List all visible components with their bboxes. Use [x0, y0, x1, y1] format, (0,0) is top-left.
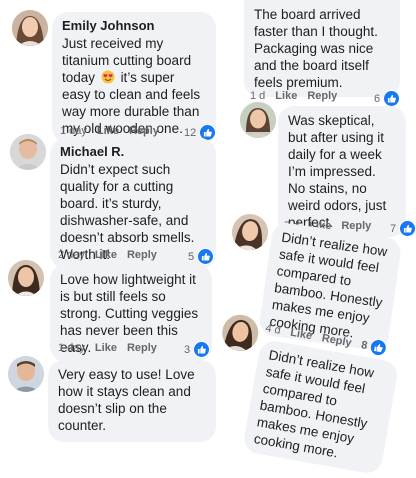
- comment-michael: Michael R. Didn’t expect such quality fo…: [0, 130, 216, 269]
- comment-bubble: Very easy to use! Love how it stays clea…: [48, 360, 216, 442]
- comment-author[interactable]: Emily Johnson: [62, 18, 206, 34]
- avatar[interactable]: [240, 102, 276, 138]
- comment-meta: 1 day Like Reply: [58, 342, 157, 354]
- avatar[interactable]: [8, 260, 44, 296]
- comment-text: Didn’t realize how safe it would feel co…: [252, 347, 376, 461]
- comment-column-right: The board arrived faster than I thought.…: [218, 0, 416, 476]
- avatar[interactable]: [10, 134, 46, 170]
- comment-time[interactable]: 4 d: [265, 322, 282, 336]
- reply-link[interactable]: Reply: [127, 342, 157, 354]
- avatar[interactable]: [219, 312, 262, 354]
- comment-author[interactable]: Michael R.: [60, 144, 206, 160]
- reaction-count-number: 8: [360, 338, 369, 352]
- like-link[interactable]: Like: [289, 326, 313, 342]
- avatar[interactable]: [8, 356, 44, 392]
- comment-bubble: Didn’t realize how safe it would feel co…: [241, 338, 400, 476]
- reaction-count[interactable]: 8: [360, 336, 389, 358]
- comment-easy-to-use: Very easy to use! Love how it stays clea…: [0, 354, 216, 442]
- heart-eyes-emoji-icon: [101, 70, 115, 84]
- reply-link[interactable]: Reply: [321, 332, 353, 349]
- comment-lightweight: Love how lightweight it is but still fee…: [0, 256, 216, 362]
- comment-emily: Emily Johnson Just received my titanium …: [0, 0, 217, 143]
- comment-text: Didn’t expect such quality for a cutting…: [60, 162, 195, 262]
- comment-text: Very easy to use! Love how it stays clea…: [58, 367, 195, 433]
- comment-bubble: The board arrived faster than I thought.…: [244, 0, 400, 97]
- comment-arrived-faster: The board arrived faster than I thought.…: [218, 0, 416, 108]
- like-link[interactable]: Like: [95, 342, 117, 354]
- comment-text: Was skeptical, but after using it daily …: [288, 113, 387, 230]
- thumbs-up-icon: [368, 337, 389, 358]
- avatar[interactable]: [229, 211, 271, 253]
- avatar[interactable]: [12, 10, 48, 46]
- comment-text: The board arrived faster than I thought.…: [254, 7, 378, 90]
- comment-column-left: Emily Johnson Just received my titanium …: [0, 0, 217, 442]
- comment-time[interactable]: 1 day: [58, 342, 85, 354]
- comment-text: Just received my titanium cutting board …: [62, 35, 206, 137]
